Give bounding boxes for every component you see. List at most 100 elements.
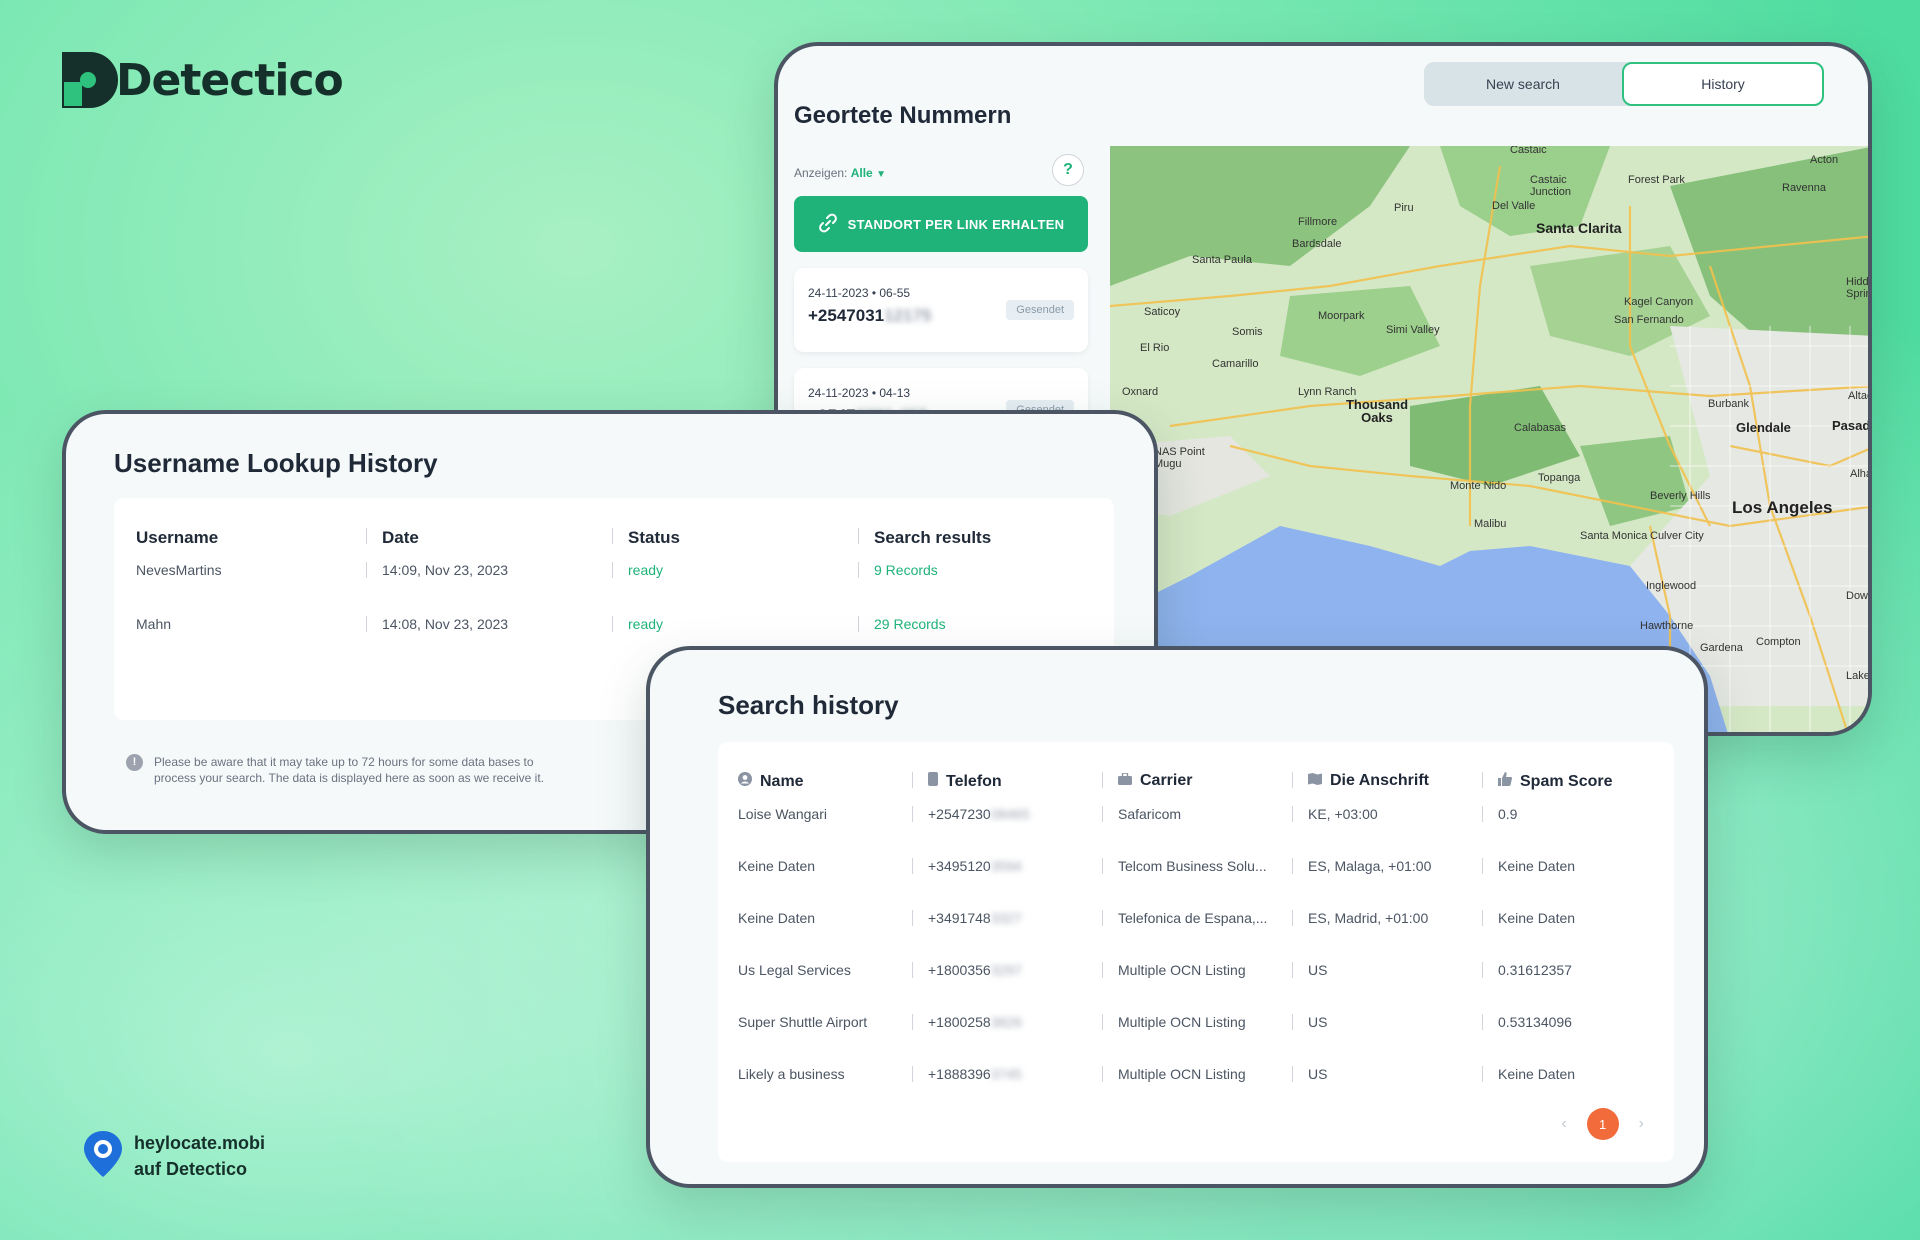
- map-label: Hidd Sprin: [1846, 276, 1868, 300]
- map-label: NAS Point Mugu: [1154, 446, 1205, 470]
- tab-new-search[interactable]: New search: [1424, 62, 1622, 106]
- map-label: Ravenna: [1782, 182, 1827, 194]
- map-label: Castaic Junction: [1530, 174, 1571, 198]
- divider: [912, 962, 913, 978]
- name-cell: Super Shuttle Airport: [738, 1014, 868, 1030]
- map-label: Saticoy: [1144, 306, 1181, 318]
- get-location-link-button[interactable]: STANDORT PER LINK ERHALTEN: [794, 196, 1088, 252]
- prev-page-button[interactable]: ‹: [1561, 1115, 1566, 1133]
- filter-dropdown[interactable]: Anzeigen: Alle ▼: [794, 166, 886, 180]
- panel-title: Username Lookup History: [114, 448, 438, 478]
- date-cell: 14:09, Nov 23, 2023: [382, 562, 509, 578]
- column-header: Telefon: [928, 772, 1002, 791]
- divider: [1482, 1014, 1483, 1030]
- hidden-digits: 12175: [884, 306, 932, 325]
- hidden-digits: 3297: [990, 962, 1022, 978]
- map-label: Del Valle: [1492, 200, 1536, 212]
- name-cell: Likely a business: [738, 1066, 845, 1082]
- hidden-digits: 3594: [990, 858, 1022, 874]
- footer-brand: heylocate.mobi auf Detectico: [84, 1130, 265, 1182]
- map-label: Pasade: [1832, 418, 1868, 433]
- divider: [858, 562, 859, 578]
- hidden-digits: 3826: [990, 1014, 1022, 1030]
- footer-line-2: auf Detectico: [134, 1159, 248, 1179]
- username-cell: Mahn: [136, 616, 172, 632]
- divider: [1292, 806, 1293, 822]
- column-header: Status: [628, 528, 680, 547]
- address-cell: ES, Malaga, +01:00: [1308, 858, 1432, 874]
- divider: [912, 1014, 913, 1030]
- address-cell: US: [1308, 1014, 1328, 1030]
- divider: [1102, 858, 1103, 874]
- divider: [1482, 1066, 1483, 1082]
- map-label: Santa Paula: [1192, 254, 1252, 266]
- column-header: Username: [136, 528, 219, 547]
- map-label: Los Angeles: [1732, 498, 1833, 517]
- divider: [1482, 962, 1483, 978]
- map-label: Alhan: [1850, 468, 1868, 480]
- map-label: San Fernando: [1614, 314, 1684, 326]
- column-header: Carrier: [1118, 772, 1192, 790]
- map-label: Culver City: [1650, 530, 1704, 542]
- map-label: Hawthorne: [1640, 620, 1694, 632]
- column-header: Date: [382, 528, 419, 547]
- divider: [1292, 1014, 1293, 1030]
- divider: [1482, 772, 1483, 788]
- divider: [366, 616, 367, 632]
- map-label: Santa Clarita: [1536, 220, 1622, 236]
- page-title: Geortete Nummern: [794, 102, 1012, 129]
- divider: [1102, 772, 1103, 788]
- location-pin-icon: [84, 1130, 122, 1182]
- divider: [1292, 962, 1293, 978]
- user-icon: [738, 772, 752, 791]
- divider: [1292, 910, 1293, 926]
- address-cell: US: [1308, 1066, 1328, 1082]
- map-graphic: [1110, 146, 1868, 732]
- hidden-digits: 3327: [990, 910, 1022, 926]
- page-1-button[interactable]: 1: [1586, 1108, 1619, 1140]
- map-label: Gardena: [1700, 642, 1743, 654]
- divider: [612, 528, 613, 544]
- divider: [1482, 910, 1483, 926]
- map-label: Kagel Canyon: [1624, 296, 1694, 308]
- footer-text: heylocate.mobi auf Detectico: [134, 1130, 265, 1182]
- map-label: Compton: [1756, 636, 1801, 648]
- map-label: Beverly Hills: [1650, 490, 1711, 502]
- map-label: Somis: [1232, 326, 1263, 338]
- located-number-item[interactable]: 24-11-2023 • 06-55 +254703112175 Gesende…: [794, 268, 1088, 352]
- map-label: Altad: [1848, 390, 1868, 402]
- divider: [612, 616, 613, 632]
- map-label: Forest Park: [1628, 174, 1685, 186]
- search-history-table: Name Telefon Carrier Die Anschrift Spam …: [718, 742, 1674, 1162]
- map-label: Burbank: [1708, 398, 1749, 410]
- divider: [1102, 806, 1103, 822]
- divider: [1482, 858, 1483, 874]
- spam-score-cell: Keine Daten: [1498, 910, 1576, 926]
- results-link[interactable]: 29 Records: [874, 616, 946, 632]
- column-header: Spam Score: [1498, 772, 1612, 791]
- map-label: Monte Nido: [1450, 480, 1507, 492]
- map-icon: [1308, 772, 1322, 790]
- column-header: Die Anschrift: [1308, 772, 1429, 790]
- phone-icon: [928, 772, 938, 791]
- location-map[interactable]: Castaic Acton Castaic Junction Forest Pa…: [1110, 146, 1868, 732]
- thumbs-up-icon: [1498, 772, 1512, 791]
- carrier-cell: Multiple OCN Listing: [1118, 1066, 1246, 1082]
- next-page-button[interactable]: ›: [1639, 1115, 1644, 1133]
- tab-group: New search History: [1424, 62, 1824, 106]
- logo-text: Detectico: [116, 54, 344, 106]
- detectico-logo: Detectico: [62, 52, 344, 108]
- carrier-cell: Safaricom: [1118, 806, 1182, 822]
- divider: [612, 562, 613, 578]
- date-cell: 14:08, Nov 23, 2023: [382, 616, 509, 632]
- spam-score-cell: 0.9: [1498, 806, 1518, 822]
- results-link[interactable]: 9 Records: [874, 562, 938, 578]
- map-label: Bardsdale: [1292, 238, 1342, 250]
- map-label: Camarillo: [1212, 358, 1259, 370]
- divider: [1482, 806, 1483, 822]
- name-cell: Keine Daten: [738, 858, 816, 874]
- name-cell: Loise Wangari: [738, 806, 827, 822]
- help-button[interactable]: ?: [1052, 154, 1084, 186]
- spam-score-cell: Keine Daten: [1498, 858, 1576, 874]
- tab-history[interactable]: History: [1622, 62, 1824, 106]
